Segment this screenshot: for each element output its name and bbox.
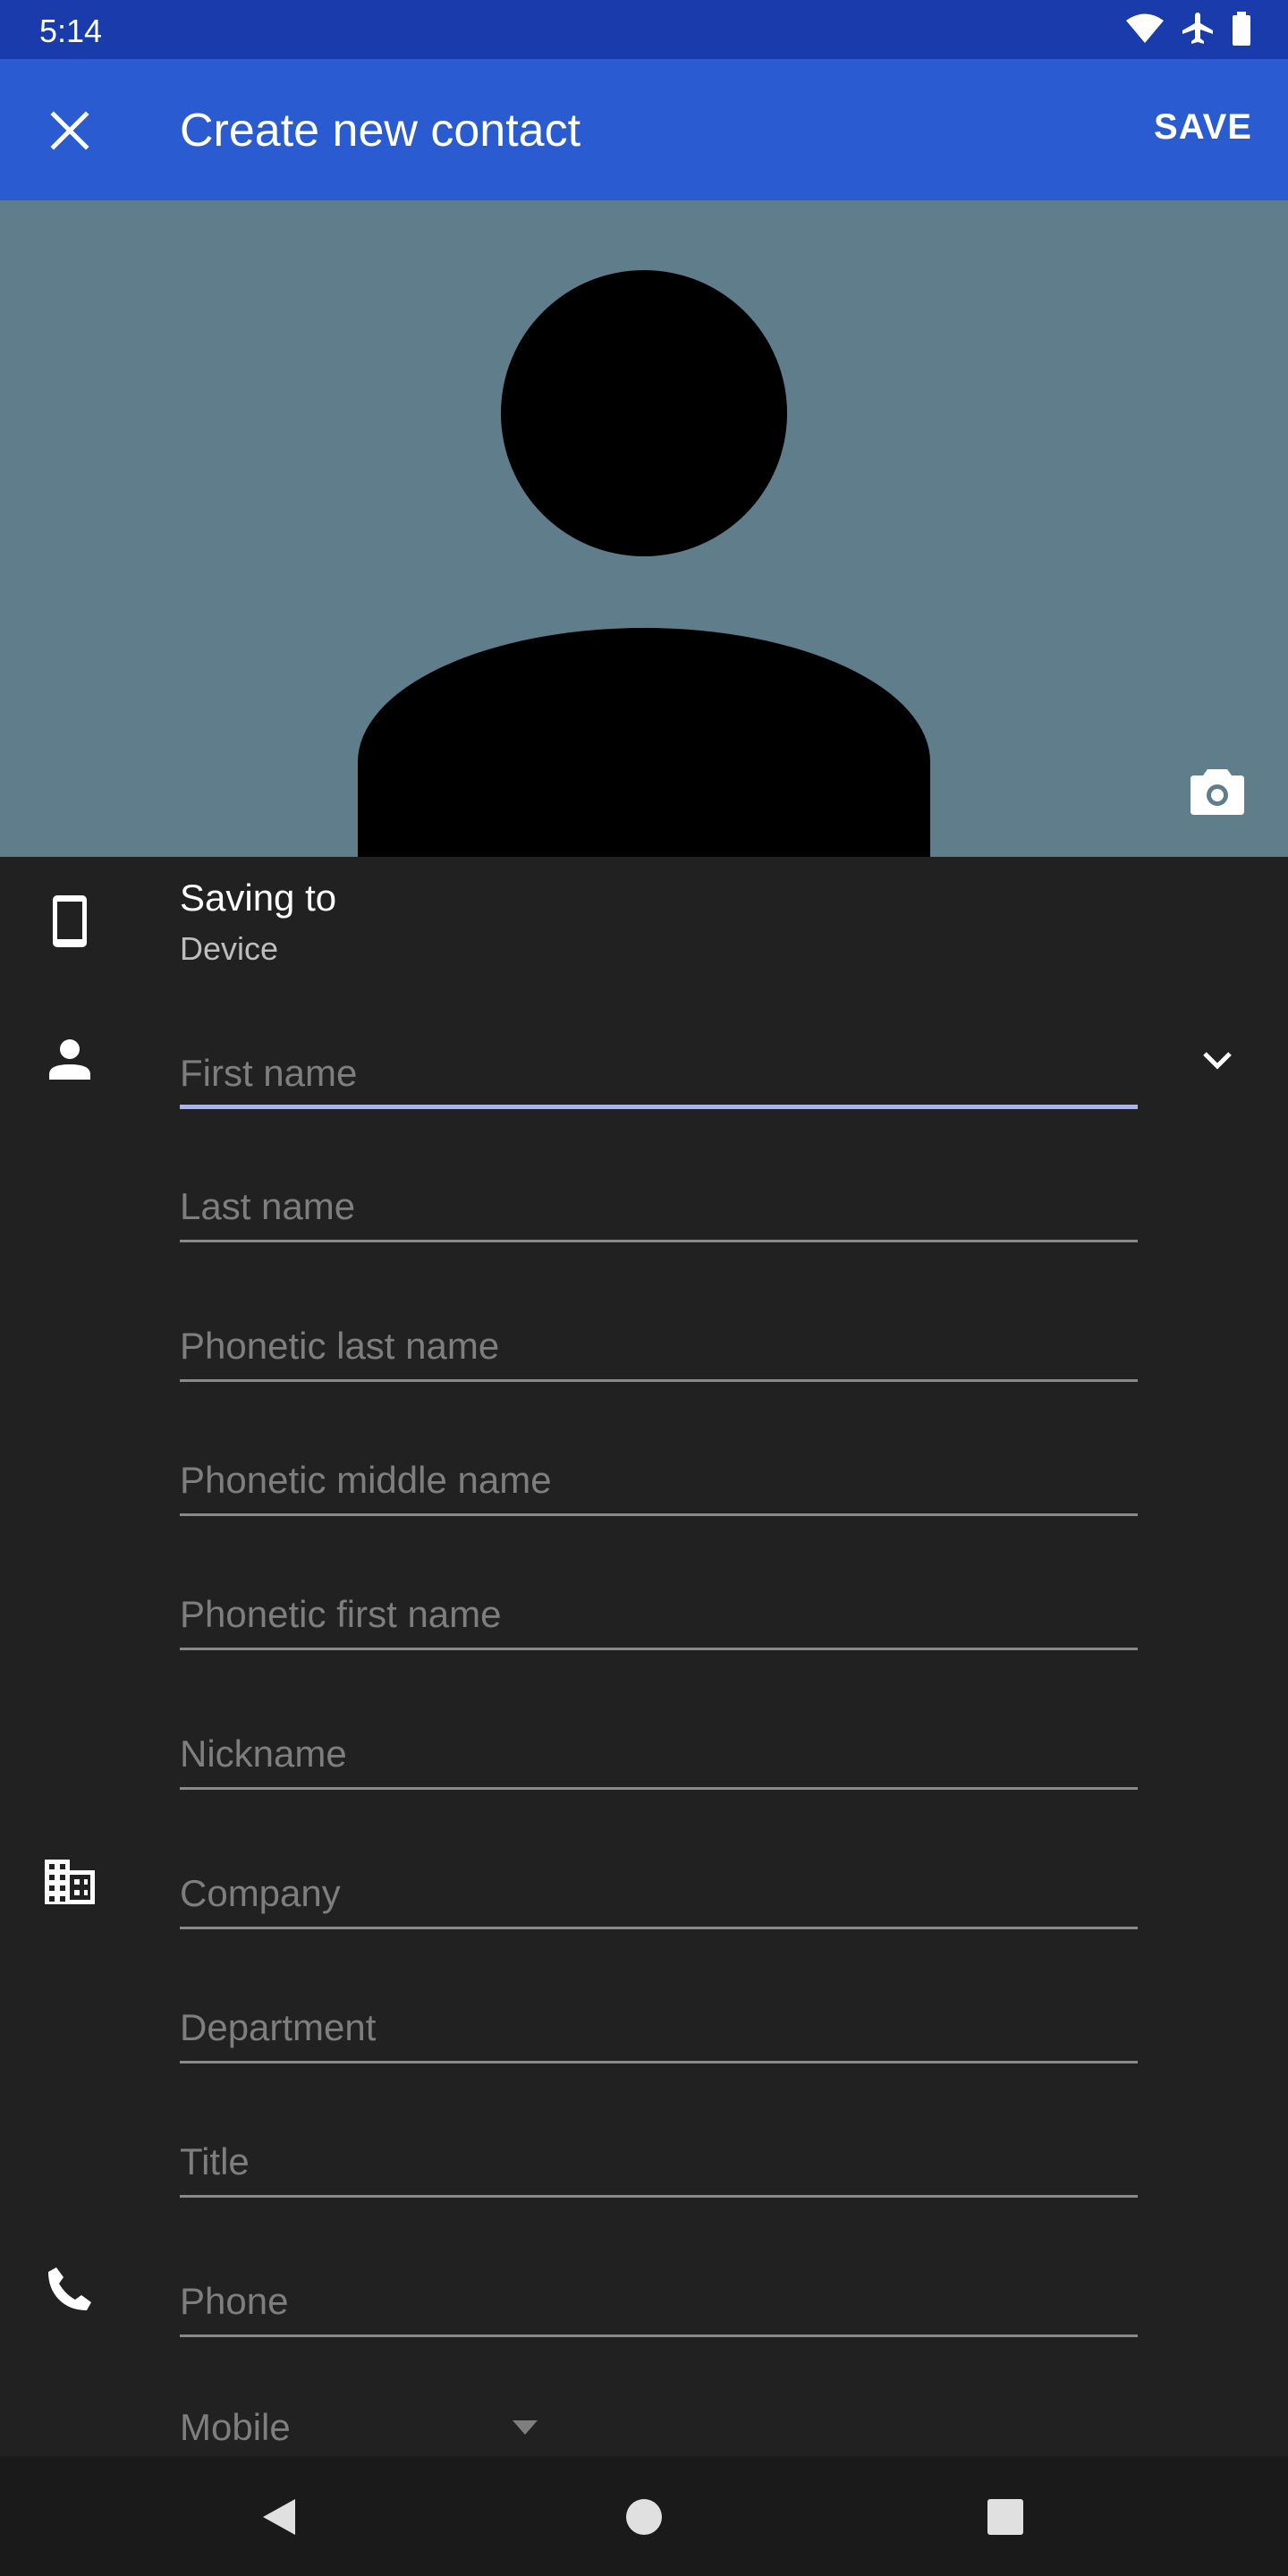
expand-name-fields-button[interactable] (1181, 1023, 1254, 1097)
phone-input[interactable] (180, 2269, 1138, 2334)
saving-to-label: Saving to (180, 877, 337, 919)
back-button[interactable] (243, 2481, 315, 2553)
close-button[interactable] (34, 95, 106, 166)
phone-device-icon (53, 895, 87, 947)
chevron-down-icon (1203, 1052, 1232, 1070)
status-time: 5:14 (39, 13, 103, 49)
phonetic-first-name-input[interactable] (180, 1582, 1138, 1647)
airplane-icon (1181, 11, 1215, 47)
nickname-input[interactable] (180, 1722, 1138, 1786)
phonetic-first-name-field[interactable] (180, 1582, 1138, 1650)
last-name-input[interactable] (180, 1174, 1138, 1239)
title-input[interactable] (180, 2130, 1138, 2194)
navigation-bar (0, 2456, 1288, 2576)
organization-section-indicator (34, 1846, 106, 1918)
camera-icon (1191, 769, 1244, 815)
page-title: Create new contact (180, 105, 581, 157)
company-field[interactable] (180, 1861, 1138, 1929)
phone-section-indicator (34, 2253, 106, 2325)
first-name-input[interactable] (180, 1041, 1138, 1106)
home-icon (626, 2499, 662, 2535)
nickname-field[interactable] (180, 1722, 1138, 1790)
app-bar: Create new contact SAVE (0, 59, 1288, 200)
close-icon (50, 111, 89, 150)
status-bar: 5:14 (0, 0, 1288, 59)
dropdown-arrow-icon (513, 2420, 538, 2435)
save-button[interactable]: SAVE (1154, 107, 1252, 148)
change-photo-button[interactable] (1181, 755, 1254, 828)
department-field[interactable] (180, 1996, 1138, 2063)
home-button[interactable] (608, 2481, 680, 2553)
battery-icon (1231, 11, 1252, 47)
recents-icon (987, 2499, 1023, 2535)
avatar-placeholder-body (358, 628, 930, 857)
saving-to-account[interactable]: Device (180, 930, 278, 968)
status-icons (1125, 11, 1252, 47)
first-name-field[interactable] (180, 1041, 1138, 1109)
recents-button[interactable] (970, 2481, 1041, 2553)
phonetic-last-name-field[interactable] (180, 1314, 1138, 1382)
company-input[interactable] (180, 1861, 1138, 1926)
contact-photo-area[interactable] (0, 200, 1288, 857)
phone-type-dropdown[interactable]: Mobile (180, 2402, 538, 2453)
phonetic-last-name-input[interactable] (180, 1314, 1138, 1378)
avatar-placeholder-head (501, 270, 787, 556)
last-name-field[interactable] (180, 1174, 1138, 1242)
phone-field[interactable] (180, 2269, 1138, 2337)
name-section-indicator (34, 1023, 106, 1095)
phonetic-middle-name-input[interactable] (180, 1448, 1138, 1513)
wifi-icon (1125, 13, 1165, 45)
back-icon (263, 2499, 295, 2535)
department-input[interactable] (180, 1996, 1138, 2060)
title-field[interactable] (180, 2130, 1138, 2198)
person-icon (49, 1039, 90, 1080)
phonetic-middle-name-field[interactable] (180, 1448, 1138, 1516)
business-icon (45, 1860, 95, 1904)
phone-type-selected: Mobile (180, 2406, 291, 2448)
phone-icon (48, 2267, 91, 2310)
account-type-indicator (34, 886, 106, 957)
